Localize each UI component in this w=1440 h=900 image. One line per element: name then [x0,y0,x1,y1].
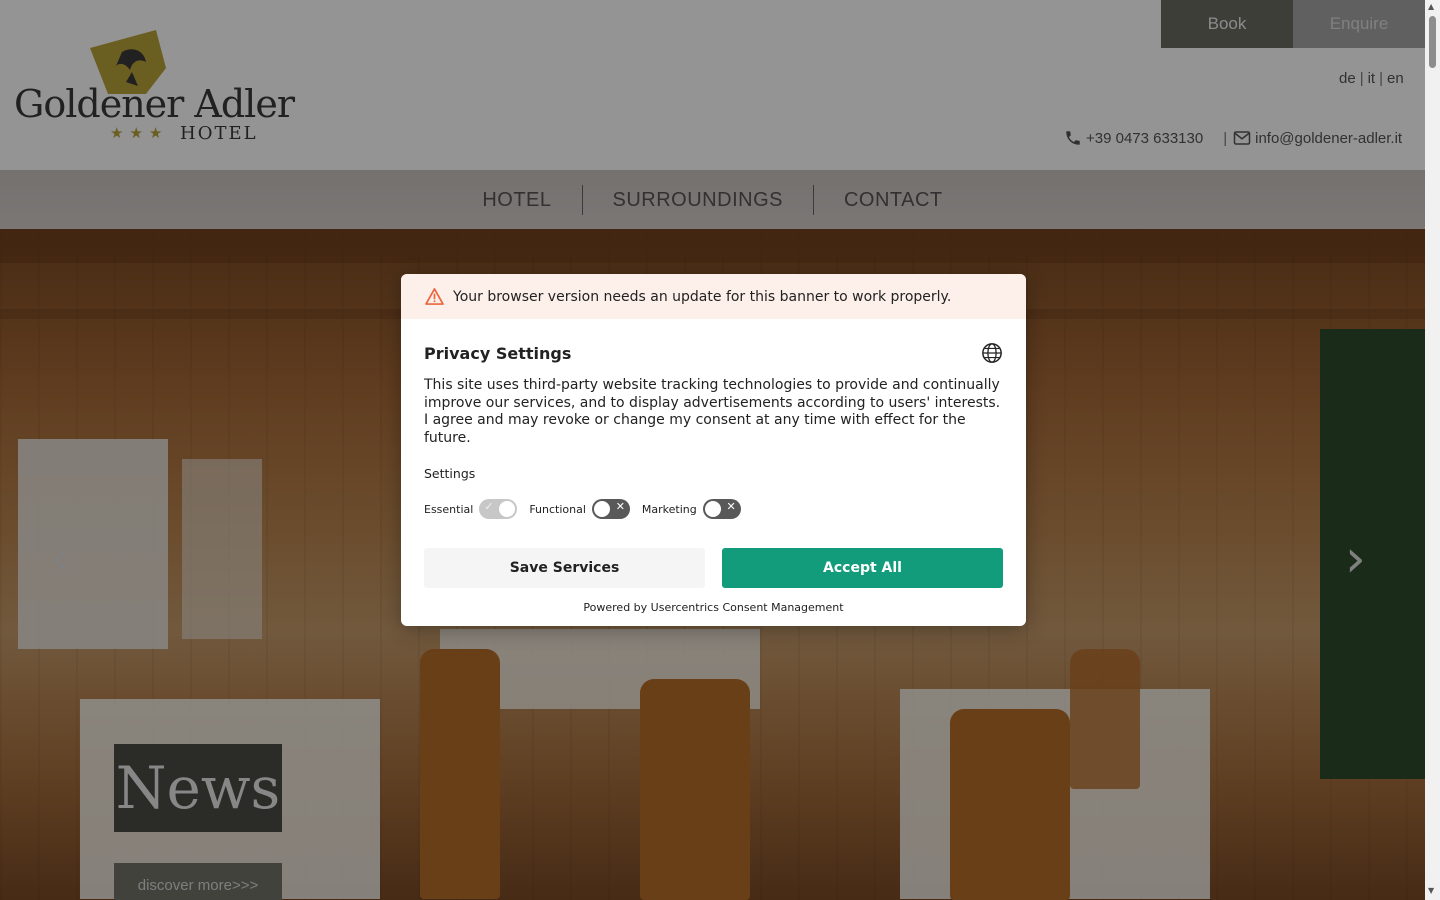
scroll-thumb[interactable] [1429,16,1436,68]
close-icon: ✕ [615,500,625,513]
switch-knob [499,501,516,517]
settings-label: Settings [424,466,476,481]
powered-by-link[interactable]: Powered by Usercentrics Consent Manageme… [424,601,1003,614]
browser-warning-banner: Your browser version needs an update for… [401,274,1026,319]
functional-switch[interactable]: ✕ [591,499,630,519]
dialog-title-row: Privacy Settings [424,343,1003,363]
toggle-essential: Essential ✓ [424,499,518,519]
dialog-body: Privacy Settings This site uses third-pa… [401,343,1026,614]
page-scrollbar[interactable]: ▲ ▼ [1425,0,1440,900]
save-services-button[interactable]: Save Services [424,548,705,588]
dialog-buttons: Save Services Accept All [424,548,1003,588]
scroll-down-arrow-icon[interactable]: ▼ [1428,886,1434,895]
dialog-title: Privacy Settings [424,343,572,363]
switch-knob [593,501,610,517]
check-icon: ✓ [484,500,494,513]
close-icon: ✕ [726,500,736,513]
consent-toggles: Essential ✓ Functional ✕ Marketing ✕ [424,499,1003,519]
switch-knob [704,501,721,517]
toggle-marketing: Marketing ✕ [642,499,741,519]
accept-all-button[interactable]: Accept All [722,548,1003,588]
toggle-functional: Functional ✕ [529,499,630,519]
toggle-marketing-label: Marketing [641,502,697,516]
marketing-switch[interactable]: ✕ [702,499,741,519]
scroll-up-arrow-icon[interactable]: ▲ [1428,2,1434,11]
essential-switch: ✓ [479,499,518,519]
warning-icon [425,288,444,305]
browser-warning-text: Your browser version needs an update for… [453,288,952,305]
language-globe-icon[interactable] [981,342,1003,364]
privacy-settings-dialog: Your browser version needs an update for… [401,274,1026,626]
toggle-essential-label: Essential [424,502,474,516]
dialog-description: This site uses third-party website track… [424,377,1001,446]
toggle-functional-label: Functional [529,502,586,516]
